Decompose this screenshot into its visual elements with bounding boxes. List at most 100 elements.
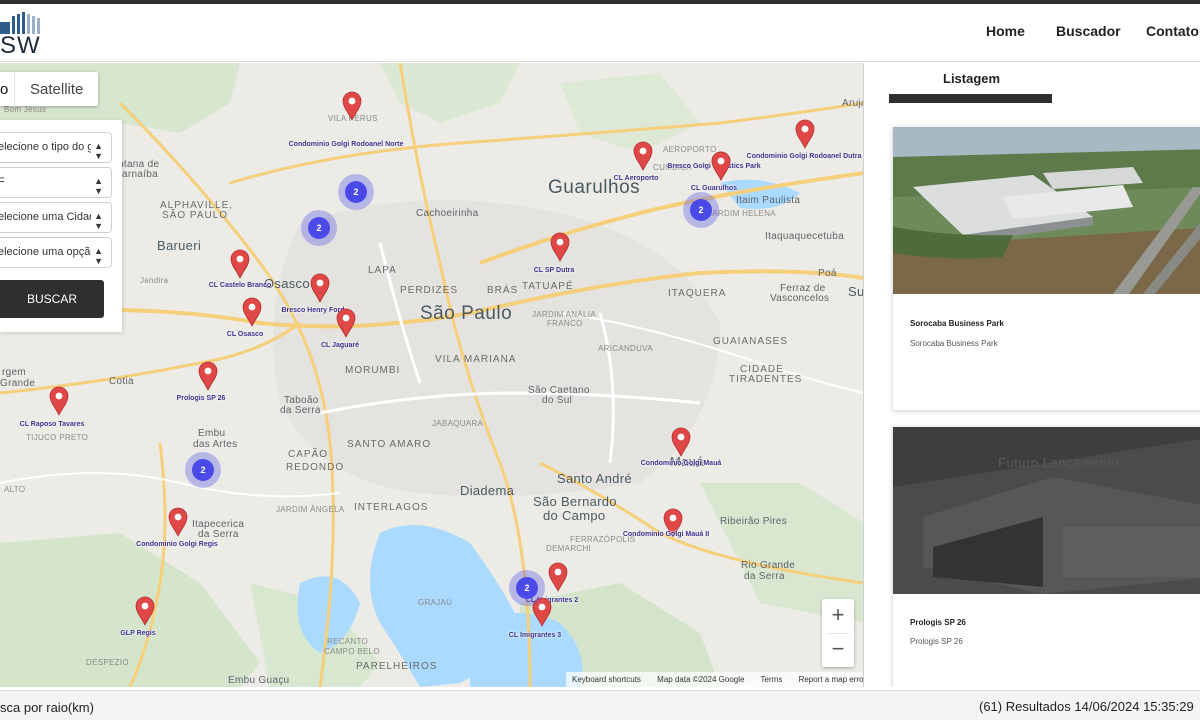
tab-listagem[interactable]: Listagem: [943, 71, 1000, 86]
label-do-campo: do Campo: [543, 508, 606, 523]
map-canvas[interactable]: Guarulhos São Paulo Osasco Barueri Diade…: [0, 63, 864, 687]
label-parelheiros: PARELHEIROS: [356, 661, 438, 672]
logo-icon[interactable]: [0, 12, 42, 34]
keyboard-shortcuts-link[interactable]: Keyboard shortcuts: [572, 675, 641, 684]
map-marker-icon[interactable]: [671, 427, 691, 457]
terms-link[interactable]: Terms: [761, 675, 783, 684]
label-alto: ALTO: [4, 485, 26, 494]
select-cidade[interactable]: elecione uma Cidade ▲▼: [0, 202, 112, 233]
label-itaquaquecetuba: Itaquaquecetuba: [765, 231, 845, 242]
map-marker-label[interactable]: CL Guarulhos: [691, 185, 737, 192]
map-marker-label[interactable]: CL Raposo Tavares: [20, 421, 85, 428]
select-cidade-value: elecione uma Cidade: [0, 211, 91, 223]
map-marker-label[interactable]: CL Castelo Branco: [209, 282, 272, 289]
select-arrows-icon: ▲ ▼: [94, 141, 103, 161]
marker-cluster[interactable]: 2: [683, 192, 719, 228]
map-marker-label[interactable]: Prologis SP 26: [177, 395, 226, 402]
listing-card[interactable]: Futuro Lançamento Prologis SP 26 Prologi…: [893, 427, 1200, 687]
label-itapecerica-2: da Serra: [198, 529, 239, 540]
label-ribeirao-pires: Ribeirão Pires: [720, 516, 788, 527]
label-embu-guacu: Embu Guaçu: [228, 675, 290, 686]
label-perdizes: PERDIZES: [400, 285, 459, 296]
map-marker-icon[interactable]: [49, 386, 69, 416]
select-opcao-value: elecione uma opção: [0, 246, 91, 258]
map-marker-label[interactable]: CL Imigrantes 3: [509, 632, 561, 639]
label-poa: Poá: [818, 268, 837, 279]
map-type-toggle: o Satellite: [0, 72, 98, 106]
cluster-count: 2: [192, 459, 214, 481]
listing-photo: [893, 127, 1200, 294]
select-opcao[interactable]: elecione uma opção ▲ ▼: [0, 237, 112, 268]
map-type-satellite[interactable]: Satellite: [30, 81, 83, 98]
map-marker-icon[interactable]: [711, 151, 731, 181]
select-uf[interactable]: F ▲▼: [0, 167, 112, 198]
map-marker-icon[interactable]: [336, 308, 356, 338]
listing-subtitle: Sorocaba Business Park: [910, 339, 998, 348]
status-footer: sca por raio(km) (61) Resultados 14/06/2…: [0, 690, 1200, 720]
cluster-count: 2: [516, 577, 538, 599]
map-type-map[interactable]: o: [0, 81, 8, 98]
label-tatuape: TATUAPÉ: [522, 281, 574, 292]
map-marker-label[interactable]: Condominio Golgi Mauá: [641, 460, 722, 467]
label-vila-mariana: VILA MARIANA: [435, 354, 517, 365]
listing-title: Prologis SP 26: [910, 618, 966, 627]
label-rio-grande-2: da Serra: [744, 571, 785, 582]
select-tipo-galpao[interactable]: elecione o tipo do ga ▲▼: [0, 132, 112, 163]
listing-photo: Futuro Lançamento: [893, 427, 1200, 594]
map-marker-label[interactable]: CL SP Dutra: [534, 267, 575, 274]
label-cotia: Cotia: [109, 376, 134, 387]
map-marker-label[interactable]: CL Aeroporto: [614, 175, 659, 182]
marker-cluster[interactable]: 2: [338, 174, 374, 210]
map-marker-icon[interactable]: [633, 141, 653, 171]
radius-search-label[interactable]: sca por raio(km): [0, 700, 94, 715]
map-marker-icon[interactable]: [310, 273, 330, 303]
report-error-link[interactable]: Report a map error: [799, 675, 863, 684]
map-marker-label[interactable]: CL Osasco: [227, 331, 263, 338]
label-sao-caetano-2: do Sul: [542, 395, 573, 406]
label-morumbi: MORUMBI: [345, 365, 401, 376]
buscar-button[interactable]: BUSCAR: [0, 280, 104, 318]
map-marker-icon[interactable]: [548, 562, 568, 592]
map-marker-icon[interactable]: [135, 596, 155, 626]
map-marker-icon[interactable]: [795, 119, 815, 149]
label-campo-belo: CAMPO BELO: [324, 647, 380, 656]
label-guaianases: GUAIANASES: [713, 336, 789, 347]
map-marker-label[interactable]: Condominio Golgi Rodoanel Norte: [289, 141, 404, 148]
nav-home[interactable]: Home: [986, 23, 1025, 39]
map-marker-icon[interactable]: [550, 232, 570, 262]
logo-text[interactable]: SW: [0, 32, 41, 60]
label-arnaiba: arnaíba: [122, 169, 159, 180]
nav-contato[interactable]: Contato: [1146, 23, 1199, 39]
listing-subtitle: Prologis SP 26: [910, 637, 963, 646]
map-marker-label[interactable]: Condominio Golgi Mauá II: [623, 531, 709, 538]
marker-cluster[interactable]: 2: [185, 452, 221, 488]
listing-card[interactable]: Sorocaba Business Park Sorocaba Business…: [893, 127, 1200, 410]
map-marker-label[interactable]: Condominio Golgi Regis: [136, 541, 218, 548]
zoom-out-button[interactable]: −: [822, 633, 854, 667]
timestamp: 14/06/2024 15:35:29: [1074, 699, 1194, 714]
nav-buscador[interactable]: Buscador: [1056, 23, 1121, 39]
map-marker-icon[interactable]: [230, 249, 250, 279]
zoom-in-button[interactable]: +: [822, 599, 854, 633]
label-jardim-analia-1: JARDIM ANÁLIA: [532, 310, 596, 319]
map-marker-icon[interactable]: [168, 507, 188, 537]
marker-cluster[interactable]: 2: [509, 570, 545, 606]
map-marker-icon[interactable]: [198, 361, 218, 391]
map-marker-label[interactable]: CL Jaguaré: [321, 342, 359, 349]
map-marker-label[interactable]: GLP Regis: [120, 630, 155, 637]
label-barueri: Barueri: [157, 238, 202, 253]
label-jardim-angela: JARDIM ÂNGELA: [276, 505, 345, 514]
select-tipo-value: elecione o tipo do ga: [0, 141, 91, 153]
label-suzano: Su: [848, 284, 864, 299]
map-marker-icon[interactable]: [242, 297, 262, 327]
label-grajau: GRAJAÚ: [418, 598, 453, 607]
map-marker-icon[interactable]: [342, 91, 362, 121]
label-taboao-2: da Serra: [280, 405, 321, 416]
label-itaquera: ITAQUERA: [668, 288, 727, 299]
label-cachoeirinha: Cachoeirinha: [416, 208, 479, 219]
label-embu-1: Embu: [198, 428, 226, 439]
map-type-divider: [14, 72, 15, 106]
marker-cluster[interactable]: 2: [301, 210, 337, 246]
map-marker-label[interactable]: Condominio Golgi Rodoanel Dutra: [747, 153, 862, 160]
select-arrows-icon: ▲ ▼: [94, 246, 103, 266]
